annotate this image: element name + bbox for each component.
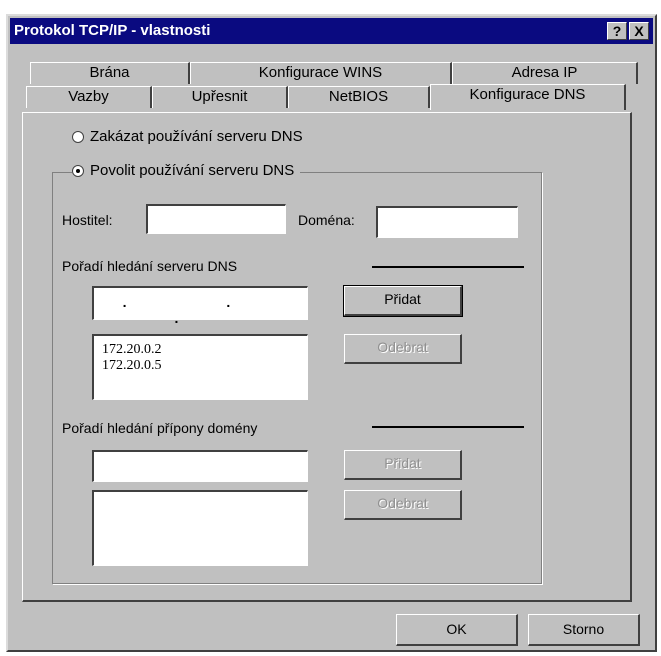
list-item[interactable]: 172.20.0.2 bbox=[102, 342, 162, 358]
enable-dns-label: Povolit používání serveru DNS bbox=[90, 162, 295, 179]
tab-konfigurace-dns[interactable]: Konfigurace DNS bbox=[430, 84, 626, 110]
disable-dns-label: Zakázat používání serveru DNS bbox=[90, 128, 303, 145]
tab-upresnit[interactable]: Upřesnit bbox=[152, 86, 288, 108]
ok-button[interactable]: OK bbox=[396, 614, 518, 646]
dns-server-list[interactable]: 172.20.0.2 172.20.0.5 bbox=[92, 334, 308, 400]
domain-label: Doména: bbox=[298, 212, 355, 228]
dns-ip-input[interactable]: . . . bbox=[92, 286, 308, 326]
window-title: Protokol TCP/IP - vlastnosti bbox=[14, 22, 211, 39]
server-order-label: Pořadí hledání serveru DNS bbox=[62, 258, 238, 274]
host-input[interactable] bbox=[146, 204, 286, 234]
server-order-separator bbox=[372, 266, 524, 268]
tab-netbios[interactable]: NetBIOS bbox=[288, 86, 430, 108]
close-button[interactable]: X bbox=[629, 22, 649, 40]
suffix-input[interactable] bbox=[92, 450, 308, 482]
remove-suffix-button[interactable]: Odebrat bbox=[344, 490, 462, 520]
domain-input[interactable] bbox=[376, 206, 518, 238]
enable-dns-radio[interactable]: Povolit používání serveru DNS bbox=[72, 162, 301, 179]
suffix-order-label: Pořadí hledání přípony domény bbox=[62, 420, 258, 436]
suffix-order-separator bbox=[372, 426, 524, 428]
suffix-list[interactable] bbox=[92, 490, 308, 566]
cancel-button[interactable]: Storno bbox=[528, 614, 640, 646]
radio-unchecked-icon bbox=[72, 130, 84, 143]
remove-server-button[interactable]: Odebrat bbox=[344, 334, 462, 364]
radio-checked-icon bbox=[72, 164, 84, 177]
disable-dns-radio[interactable]: Zakázat používání serveru DNS bbox=[72, 128, 309, 145]
tab-konfigurace-wins[interactable]: Konfigurace WINS bbox=[190, 62, 452, 84]
add-server-button[interactable]: Přidat bbox=[343, 285, 463, 317]
tab-vazby[interactable]: Vazby bbox=[26, 86, 152, 108]
host-label: Hostitel: bbox=[62, 212, 113, 228]
add-suffix-button[interactable]: Přidat bbox=[344, 450, 462, 480]
help-button[interactable]: ? bbox=[607, 22, 627, 40]
tab-adresa-ip[interactable]: Adresa IP bbox=[452, 62, 638, 84]
title-bar[interactable]: Protokol TCP/IP - vlastnosti ? X bbox=[10, 18, 653, 44]
ip-dots: . . . bbox=[122, 294, 279, 326]
list-item[interactable]: 172.20.0.5 bbox=[102, 358, 162, 374]
tab-brana[interactable]: Brána bbox=[30, 62, 190, 84]
